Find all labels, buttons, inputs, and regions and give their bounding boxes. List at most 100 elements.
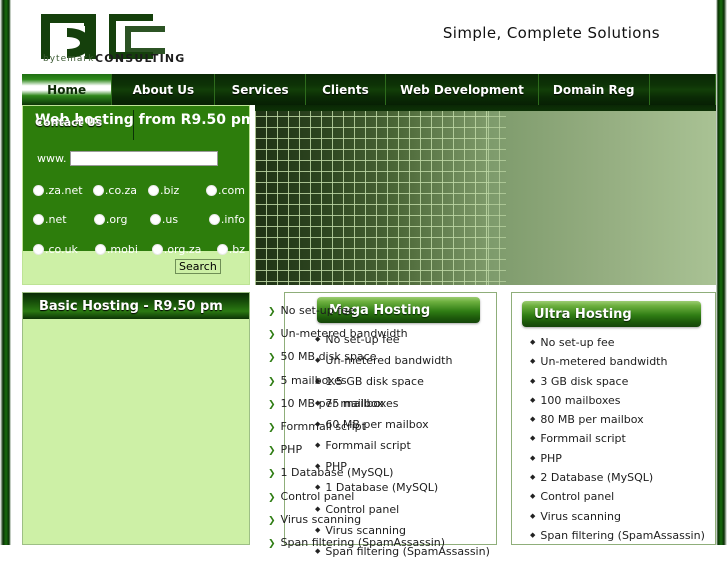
tld-option-co-uk[interactable]: .co.uk bbox=[33, 243, 95, 256]
list-item: Control panel bbox=[268, 486, 445, 509]
plan-features-basic: No set-up fee Un-metered bandwidth 50 MB… bbox=[268, 300, 446, 555]
tld-option-net[interactable]: .net bbox=[33, 213, 94, 226]
site-tagline: Simple, Complete Solutions bbox=[442, 24, 660, 42]
tld-option-za-net[interactable]: .za.net bbox=[33, 184, 93, 197]
page-container: CONSULTING bytemark Simple, Complete Sol… bbox=[11, 0, 716, 558]
radio-icon[interactable] bbox=[208, 214, 220, 225]
nav-item-home[interactable]: Home bbox=[22, 74, 113, 105]
banner-mesh-pattern bbox=[255, 105, 488, 285]
plan-card-ultra-body: Ultra Hosting No set-up fee Un-metered b… bbox=[511, 292, 716, 545]
domain-input-row: www. bbox=[37, 151, 219, 166]
list-item: Formmail script bbox=[530, 429, 715, 448]
radio-icon[interactable] bbox=[151, 244, 163, 255]
list-item: 80 MB per mailbox bbox=[530, 410, 715, 429]
radio-icon[interactable] bbox=[33, 185, 44, 196]
tld-label: .org bbox=[105, 213, 128, 226]
tld-label: .co.uk bbox=[45, 243, 78, 256]
plan-card-ultra: Ultra Hosting No set-up fee Un-metered b… bbox=[511, 292, 716, 545]
banner-mesh-edge bbox=[488, 105, 506, 285]
site-header: CONSULTING bytemark Simple, Complete Sol… bbox=[11, 0, 716, 72]
tld-option-org[interactable]: .org bbox=[93, 213, 150, 226]
list-item: 5 mailboxes bbox=[268, 370, 445, 393]
hosting-plans-row: Basic Hosting - R9.50 pm No set-up fee U… bbox=[22, 292, 716, 558]
svg-text:CONSULTING: CONSULTING bbox=[95, 52, 186, 65]
nav-label-web-development: Web Development bbox=[400, 82, 524, 97]
list-item: PHP bbox=[268, 439, 445, 462]
tld-option-bz[interactable]: .bz bbox=[216, 243, 245, 256]
nav-divider-artifact bbox=[133, 110, 134, 140]
nav-label-services: Services bbox=[231, 82, 289, 97]
list-item: 3 GB disk space bbox=[530, 372, 715, 391]
tld-row-2: .net .org .us .info bbox=[33, 213, 245, 226]
banner-top-strip bbox=[255, 105, 716, 111]
tld-label: .co.za bbox=[104, 184, 138, 197]
tld-label: .biz bbox=[160, 184, 180, 197]
nav-item-web-development[interactable]: Web Development bbox=[386, 74, 539, 105]
list-item: No set-up fee bbox=[268, 300, 445, 323]
radio-icon[interactable] bbox=[148, 185, 160, 196]
list-item: 2 Database (MySQL) bbox=[530, 468, 715, 487]
tld-option-com[interactable]: .com bbox=[206, 184, 245, 197]
list-item: Control panel bbox=[530, 487, 715, 506]
list-item: No set-up fee bbox=[530, 333, 715, 352]
left-edge-rail bbox=[0, 0, 11, 545]
nav-item-about-us[interactable]: About Us bbox=[112, 74, 216, 105]
nav-item-empty[interactable] bbox=[650, 74, 716, 105]
radio-icon[interactable] bbox=[206, 185, 217, 196]
tld-label: .net bbox=[45, 213, 67, 226]
list-item: 50 MB disk space bbox=[268, 346, 445, 369]
list-item: 100 mailboxes bbox=[530, 391, 715, 410]
www-prefix-label: www. bbox=[37, 152, 67, 165]
list-item: 10 MB per mailbox bbox=[268, 393, 445, 416]
list-item: Span filtering (SpamAssassin) bbox=[268, 532, 446, 555]
tld-option-mobi[interactable]: .mobi bbox=[94, 243, 152, 256]
plan-features-ultra: No set-up fee Un-metered bandwidth 3 GB … bbox=[512, 333, 715, 545]
tld-label: .za.net bbox=[45, 184, 83, 197]
tld-option-org-za[interactable]: .org.za bbox=[151, 243, 217, 256]
radio-icon[interactable] bbox=[33, 214, 44, 225]
tld-option-info[interactable]: .info bbox=[208, 213, 245, 226]
tld-label: .bz bbox=[228, 243, 245, 256]
tld-label: .mobi bbox=[106, 243, 138, 256]
domain-search-input[interactable] bbox=[70, 151, 219, 166]
radio-icon[interactable] bbox=[93, 214, 105, 225]
list-item: Span filtering (SpamAssassin) bbox=[530, 526, 715, 545]
hero-banner bbox=[255, 105, 716, 285]
tld-label: .com bbox=[218, 184, 245, 197]
list-item: PHP bbox=[530, 449, 715, 468]
nav-item-domain-reg[interactable]: Domain Reg bbox=[539, 74, 650, 105]
tld-option-biz[interactable]: .biz bbox=[148, 184, 206, 197]
nav-label-about-us: About Us bbox=[132, 82, 195, 97]
list-item: 1 Database (MySQL) bbox=[268, 462, 445, 485]
domain-search-button[interactable]: Search bbox=[175, 259, 221, 274]
main-navigation: Home About Us Services Clients Web Devel… bbox=[22, 74, 716, 105]
radio-icon[interactable] bbox=[216, 244, 228, 255]
radio-icon[interactable] bbox=[33, 244, 44, 255]
domain-search-panel: Web hosting from R9.50 pm Contact Us www… bbox=[22, 105, 256, 285]
nav-item-clients[interactable]: Clients bbox=[306, 74, 387, 105]
site-logo[interactable]: CONSULTING bytemark bbox=[37, 8, 212, 66]
overlapping-contact-us-label[interactable]: Contact Us bbox=[35, 116, 102, 129]
svg-text:bytemark: bytemark bbox=[43, 54, 94, 64]
tld-option-us[interactable]: .us bbox=[149, 213, 209, 226]
nav-label-domain-reg: Domain Reg bbox=[552, 82, 635, 97]
tld-label: .org.za bbox=[163, 243, 202, 256]
plan-header-ultra: Ultra Hosting bbox=[522, 301, 701, 327]
list-item: Formmail script bbox=[268, 416, 445, 439]
tld-row-1: .za.net .co.za .biz .com bbox=[33, 184, 245, 197]
nav-item-services[interactable]: Services bbox=[215, 74, 306, 105]
radio-icon[interactable] bbox=[92, 185, 104, 196]
plan-header-basic: Basic Hosting - R9.50 pm bbox=[23, 293, 249, 319]
plan-card-basic: Basic Hosting - R9.50 pm bbox=[22, 292, 250, 545]
list-item: Virus scanning bbox=[530, 507, 715, 526]
plan-title-ultra: Ultra Hosting bbox=[534, 306, 632, 322]
radio-icon[interactable] bbox=[94, 244, 106, 255]
nav-label-home: Home bbox=[47, 82, 87, 97]
list-item: Un-metered bandwidth bbox=[530, 352, 715, 371]
tld-option-co-za[interactable]: .co.za bbox=[92, 184, 148, 197]
top-panel-row: Web hosting from R9.50 pm Contact Us www… bbox=[22, 105, 716, 285]
nav-label-clients: Clients bbox=[322, 82, 369, 97]
tld-row-3: .co.uk .mobi .org.za .bz bbox=[33, 243, 245, 256]
list-item: Un-metered bandwidth bbox=[268, 323, 445, 346]
radio-icon[interactable] bbox=[149, 214, 161, 225]
